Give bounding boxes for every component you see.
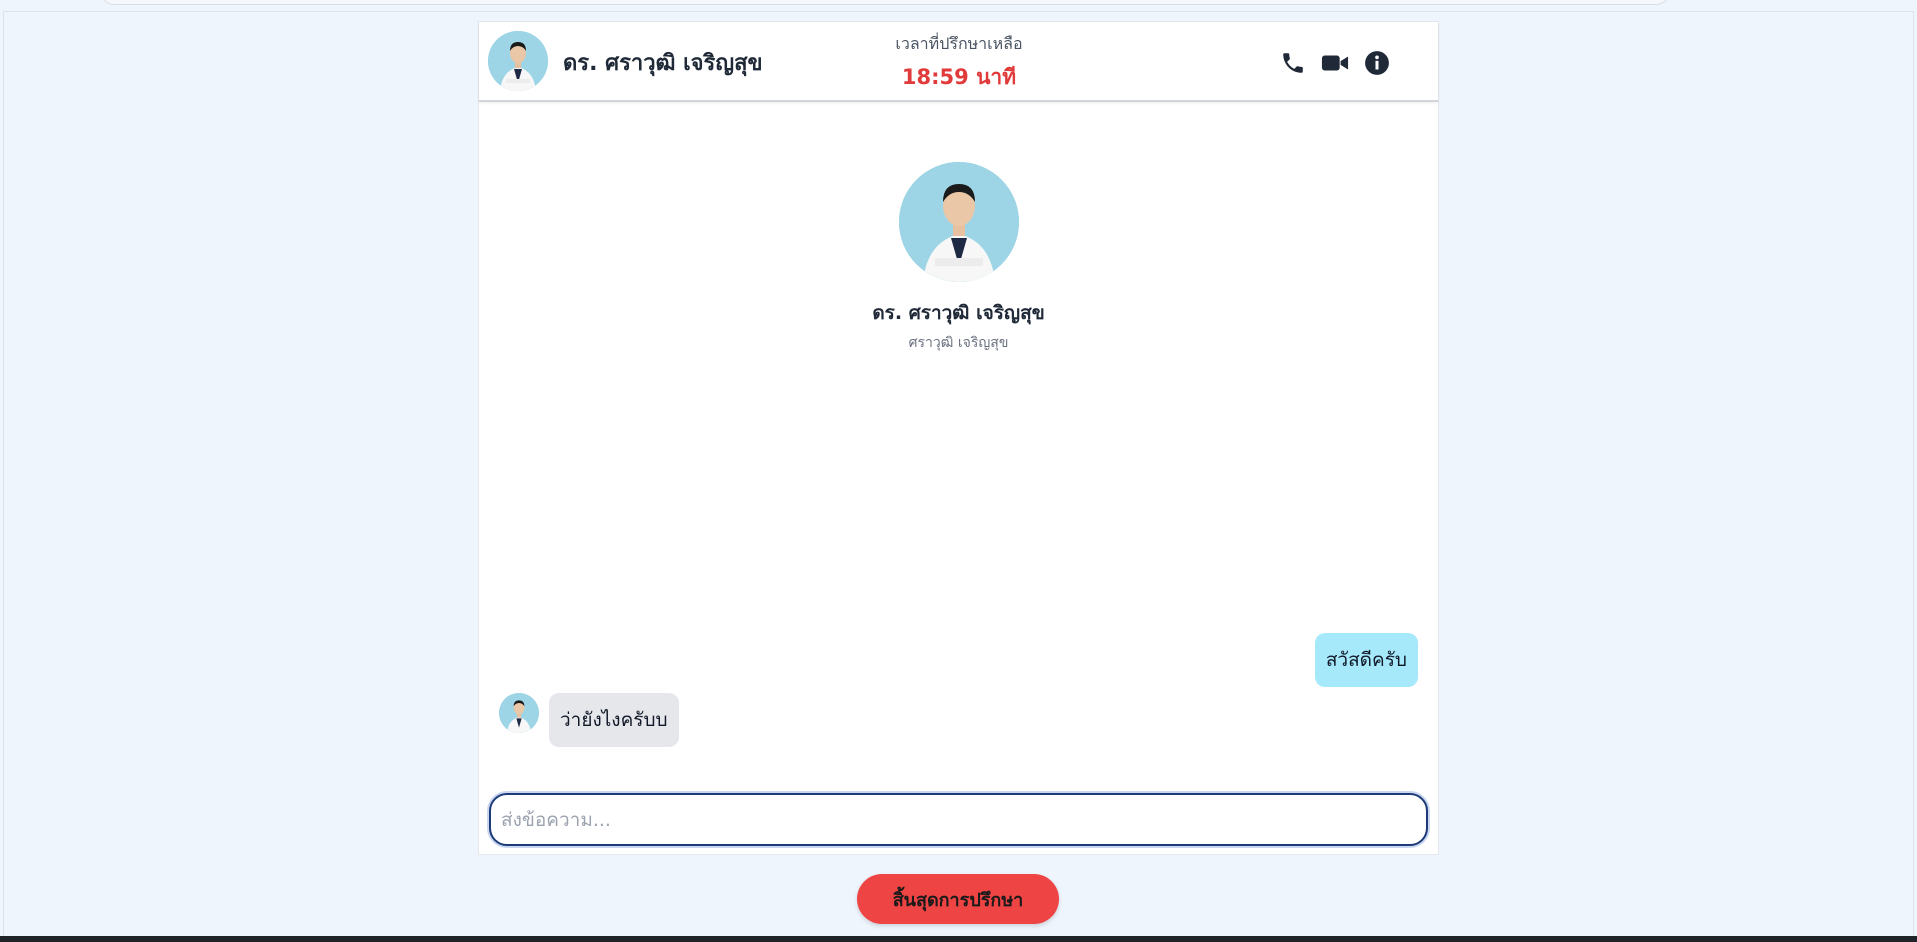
incoming-message-row: ว่ายังไงครับบ bbox=[499, 693, 679, 747]
profile-subtitle: ศราวุฒิ เจริญสุข bbox=[908, 335, 1009, 351]
profile-name: ดร. ศราวุฒิ เจริญสุข bbox=[872, 302, 1045, 324]
doctor-portrait-icon bbox=[898, 162, 1019, 282]
timer-value: 18:59 นาที bbox=[901, 65, 1017, 89]
video-camera-icon[interactable] bbox=[1321, 49, 1349, 77]
consultation-timer: เวลาที่ปรึกษาเหลือ 18:59 นาที bbox=[849, 32, 1069, 94]
incoming-message: ว่ายังไงครับบ bbox=[549, 693, 679, 747]
header-actions bbox=[1279, 49, 1391, 77]
message-composer bbox=[489, 793, 1428, 846]
doctor-portrait-icon bbox=[488, 31, 548, 91]
taskbar-edge bbox=[0, 936, 1917, 942]
profile-avatar bbox=[898, 162, 1019, 282]
message-input[interactable] bbox=[491, 795, 1426, 844]
timer-label: เวลาที่ปรึกษาเหลือ bbox=[895, 34, 1023, 53]
doctor-avatar[interactable] bbox=[488, 31, 548, 91]
phone-icon[interactable] bbox=[1279, 49, 1307, 77]
info-icon[interactable] bbox=[1363, 49, 1391, 77]
chat-header: ดร. ศราวุฒิ เจริญสุข เวลาที่ปรึกษาเหลือ … bbox=[479, 22, 1438, 102]
browser-top-strip bbox=[100, 0, 1670, 5]
chat-panel: ดร. ศราวุฒิ เจริญสุข เวลาที่ปรึกษาเหลือ … bbox=[478, 21, 1439, 855]
outgoing-message: สวัสดีครับ bbox=[1314, 633, 1418, 687]
message-avatar bbox=[499, 693, 539, 733]
end-consultation-button[interactable]: สิ้นสุดการปรึกษา bbox=[857, 874, 1059, 924]
header-doctor-name: ดร. ศราวุฒิ เจริญสุข bbox=[563, 51, 763, 76]
doctor-profile: ดร. ศราวุฒิ เจริญสุข ศราวุฒิ เจริญสุข bbox=[479, 162, 1438, 354]
doctor-portrait-icon bbox=[499, 693, 539, 733]
